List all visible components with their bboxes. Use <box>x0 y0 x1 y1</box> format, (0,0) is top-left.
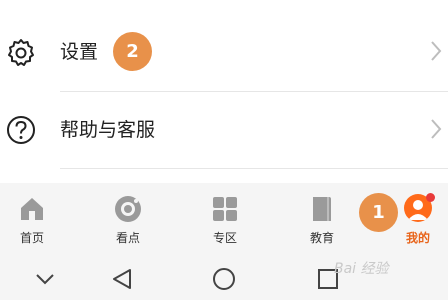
tab-home[interactable]: 首页 <box>0 183 66 253</box>
chevron-down-icon[interactable] <box>33 267 57 291</box>
step-badge-2: 2 <box>113 32 152 71</box>
tab-education[interactable]: 教育 <box>288 183 356 253</box>
step-badge-1: 1 <box>359 193 398 232</box>
menu-item-label: 设置 <box>60 41 99 63</box>
tab-special[interactable]: 专区 <box>191 183 259 253</box>
gear-icon <box>6 37 36 67</box>
tab-label: 专区 <box>212 231 237 245</box>
divider <box>60 168 448 169</box>
tab-watch[interactable]: 看点 <box>94 183 162 253</box>
book-icon <box>308 195 336 223</box>
menu-item-help[interactable]: 帮助与客服 <box>0 92 448 167</box>
notification-dot <box>426 193 435 202</box>
home-circle-icon[interactable] <box>212 267 236 291</box>
help-circle-icon <box>6 115 36 145</box>
menu-item-label: 帮助与客服 <box>60 119 156 141</box>
watch-icon <box>114 195 142 223</box>
tab-label: 教育 <box>309 231 334 245</box>
watermark: Bai 经验 <box>334 261 389 277</box>
chevron-right-icon <box>430 40 442 62</box>
grid-icon <box>211 195 239 223</box>
tab-label: 看点 <box>115 231 140 245</box>
tab-label: 我的 <box>405 231 430 245</box>
chevron-right-icon <box>430 118 442 140</box>
back-triangle-icon[interactable] <box>110 267 134 291</box>
tab-label: 首页 <box>19 231 44 245</box>
menu-item-settings[interactable]: 设置 <box>0 14 448 89</box>
home-icon <box>18 195 46 223</box>
